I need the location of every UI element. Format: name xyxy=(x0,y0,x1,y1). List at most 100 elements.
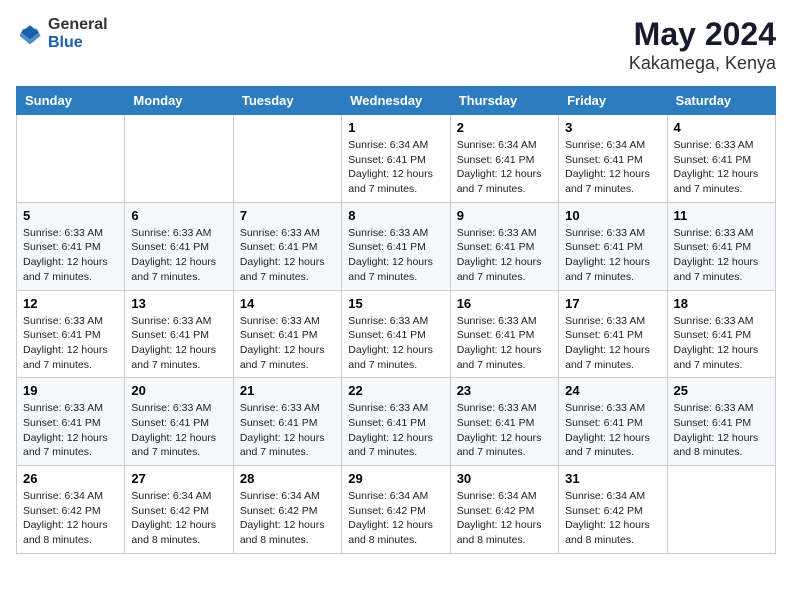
day-number: 18 xyxy=(674,296,769,311)
day-info: Sunrise: 6:34 AM Sunset: 6:42 PM Dayligh… xyxy=(457,489,552,548)
calendar-cell: 29 Sunrise: 6:34 AM Sunset: 6:42 PM Dayli… xyxy=(342,466,450,554)
day-info: Sunrise: 6:33 AM Sunset: 6:41 PM Dayligh… xyxy=(674,138,769,197)
calendar-cell: 12 Sunrise: 6:33 AM Sunset: 6:41 PM Dayli… xyxy=(17,290,125,378)
page-header: General Blue May 2024 Kakamega, Kenya xyxy=(16,16,776,74)
logo: General Blue xyxy=(16,16,108,51)
day-number: 20 xyxy=(131,383,226,398)
day-info: Sunrise: 6:33 AM Sunset: 6:41 PM Dayligh… xyxy=(348,401,443,460)
day-info: Sunrise: 6:33 AM Sunset: 6:41 PM Dayligh… xyxy=(348,314,443,373)
calendar-header-row: SundayMondayTuesdayWednesdayThursdayFrid… xyxy=(17,87,776,115)
calendar-cell: 21 Sunrise: 6:33 AM Sunset: 6:41 PM Dayli… xyxy=(233,378,341,466)
calendar-cell: 18 Sunrise: 6:33 AM Sunset: 6:41 PM Dayli… xyxy=(667,290,775,378)
day-number: 15 xyxy=(348,296,443,311)
day-number: 1 xyxy=(348,120,443,135)
day-info: Sunrise: 6:34 AM Sunset: 6:41 PM Dayligh… xyxy=(565,138,660,197)
calendar-cell: 11Sunrise: 6:33 AM Sunset: 6:41 PM Dayli… xyxy=(667,202,775,290)
day-number: 10 xyxy=(565,208,660,223)
calendar-table: SundayMondayTuesdayWednesdayThursdayFrid… xyxy=(16,86,776,554)
day-info: Sunrise: 6:34 AM Sunset: 6:42 PM Dayligh… xyxy=(240,489,335,548)
day-number: 27 xyxy=(131,471,226,486)
day-number: 12 xyxy=(23,296,118,311)
calendar-cell: 4 Sunrise: 6:33 AM Sunset: 6:41 PM Daylig… xyxy=(667,115,775,203)
calendar-cell: 9 Sunrise: 6:33 AM Sunset: 6:41 PM Daylig… xyxy=(450,202,558,290)
calendar-cell: 7Sunrise: 6:33 AM Sunset: 6:41 PM Daylig… xyxy=(233,202,341,290)
day-number: 25 xyxy=(674,383,769,398)
calendar-cell: 13 Sunrise: 6:33 AM Sunset: 6:41 PM Dayli… xyxy=(125,290,233,378)
day-number: 29 xyxy=(348,471,443,486)
weekday-header: Monday xyxy=(125,87,233,115)
day-number: 6 xyxy=(131,208,226,223)
calendar-cell: 2Sunrise: 6:34 AM Sunset: 6:41 PM Daylig… xyxy=(450,115,558,203)
calendar-week-row: 5 Sunrise: 6:33 AM Sunset: 6:41 PM Daylig… xyxy=(17,202,776,290)
calendar-cell: 25 Sunrise: 6:33 AM Sunset: 6:41 PM Dayli… xyxy=(667,378,775,466)
day-number: 2 xyxy=(457,120,552,135)
day-number: 19 xyxy=(23,383,118,398)
month-title: May 2024 xyxy=(629,16,776,53)
day-info: Sunrise: 6:33 AM Sunset: 6:41 PM Dayligh… xyxy=(457,314,552,373)
day-number: 22 xyxy=(348,383,443,398)
day-number: 13 xyxy=(131,296,226,311)
day-info: Sunrise: 6:33 AM Sunset: 6:41 PM Dayligh… xyxy=(131,226,226,285)
calendar-cell: 8Sunrise: 6:33 AM Sunset: 6:41 PM Daylig… xyxy=(342,202,450,290)
day-info: Sunrise: 6:34 AM Sunset: 6:42 PM Dayligh… xyxy=(131,489,226,548)
day-info: Sunrise: 6:34 AM Sunset: 6:41 PM Dayligh… xyxy=(348,138,443,197)
day-info: Sunrise: 6:34 AM Sunset: 6:42 PM Dayligh… xyxy=(23,489,118,548)
calendar-cell: 19 Sunrise: 6:33 AM Sunset: 6:41 PM Dayli… xyxy=(17,378,125,466)
day-info: Sunrise: 6:33 AM Sunset: 6:41 PM Dayligh… xyxy=(674,314,769,373)
calendar-cell: 5 Sunrise: 6:33 AM Sunset: 6:41 PM Daylig… xyxy=(17,202,125,290)
day-info: Sunrise: 6:34 AM Sunset: 6:42 PM Dayligh… xyxy=(348,489,443,548)
day-info: Sunrise: 6:33 AM Sunset: 6:41 PM Dayligh… xyxy=(131,314,226,373)
day-info: Sunrise: 6:33 AM Sunset: 6:41 PM Dayligh… xyxy=(565,226,660,285)
day-number: 24 xyxy=(565,383,660,398)
calendar-cell: 27 Sunrise: 6:34 AM Sunset: 6:42 PM Dayli… xyxy=(125,466,233,554)
calendar-cell: 23Sunrise: 6:33 AM Sunset: 6:41 PM Dayli… xyxy=(450,378,558,466)
day-number: 26 xyxy=(23,471,118,486)
day-number: 16 xyxy=(457,296,552,311)
calendar-cell: 24 Sunrise: 6:33 AM Sunset: 6:41 PM Dayli… xyxy=(559,378,667,466)
calendar-cell xyxy=(233,115,341,203)
day-info: Sunrise: 6:33 AM Sunset: 6:41 PM Dayligh… xyxy=(674,401,769,460)
day-info: Sunrise: 6:33 AM Sunset: 6:41 PM Dayligh… xyxy=(23,401,118,460)
calendar-cell: 20Sunrise: 6:33 AM Sunset: 6:41 PM Dayli… xyxy=(125,378,233,466)
calendar-cell: 16 Sunrise: 6:33 AM Sunset: 6:41 PM Dayli… xyxy=(450,290,558,378)
day-number: 5 xyxy=(23,208,118,223)
location-title: Kakamega, Kenya xyxy=(629,53,776,74)
calendar-cell: 14Sunrise: 6:33 AM Sunset: 6:41 PM Dayli… xyxy=(233,290,341,378)
day-number: 9 xyxy=(457,208,552,223)
calendar-cell: 17Sunrise: 6:33 AM Sunset: 6:41 PM Dayli… xyxy=(559,290,667,378)
calendar-week-row: 12 Sunrise: 6:33 AM Sunset: 6:41 PM Dayli… xyxy=(17,290,776,378)
calendar-cell: 30Sunrise: 6:34 AM Sunset: 6:42 PM Dayli… xyxy=(450,466,558,554)
day-info: Sunrise: 6:33 AM Sunset: 6:41 PM Dayligh… xyxy=(457,401,552,460)
day-info: Sunrise: 6:33 AM Sunset: 6:41 PM Dayligh… xyxy=(240,226,335,285)
calendar-cell: 1 Sunrise: 6:34 AM Sunset: 6:41 PM Daylig… xyxy=(342,115,450,203)
calendar-cell: 31 Sunrise: 6:34 AM Sunset: 6:42 PM Dayli… xyxy=(559,466,667,554)
calendar-week-row: 1 Sunrise: 6:34 AM Sunset: 6:41 PM Daylig… xyxy=(17,115,776,203)
calendar-cell: 28 Sunrise: 6:34 AM Sunset: 6:42 PM Dayli… xyxy=(233,466,341,554)
calendar-cell: 3 Sunrise: 6:34 AM Sunset: 6:41 PM Daylig… xyxy=(559,115,667,203)
title-block: May 2024 Kakamega, Kenya xyxy=(629,16,776,74)
day-info: Sunrise: 6:33 AM Sunset: 6:41 PM Dayligh… xyxy=(457,226,552,285)
day-info: Sunrise: 6:33 AM Sunset: 6:41 PM Dayligh… xyxy=(240,401,335,460)
day-number: 3 xyxy=(565,120,660,135)
calendar-cell xyxy=(17,115,125,203)
weekday-header: Saturday xyxy=(667,87,775,115)
day-number: 21 xyxy=(240,383,335,398)
weekday-header: Tuesday xyxy=(233,87,341,115)
day-number: 17 xyxy=(565,296,660,311)
day-number: 11 xyxy=(674,208,769,223)
calendar-cell: 6 Sunrise: 6:33 AM Sunset: 6:41 PM Daylig… xyxy=(125,202,233,290)
day-number: 28 xyxy=(240,471,335,486)
day-info: Sunrise: 6:33 AM Sunset: 6:41 PM Dayligh… xyxy=(23,314,118,373)
calendar-week-row: 26 Sunrise: 6:34 AM Sunset: 6:42 PM Dayli… xyxy=(17,466,776,554)
calendar-week-row: 19 Sunrise: 6:33 AM Sunset: 6:41 PM Dayli… xyxy=(17,378,776,466)
calendar-cell: 15 Sunrise: 6:33 AM Sunset: 6:41 PM Dayli… xyxy=(342,290,450,378)
weekday-header: Thursday xyxy=(450,87,558,115)
day-info: Sunrise: 6:33 AM Sunset: 6:41 PM Dayligh… xyxy=(565,401,660,460)
day-info: Sunrise: 6:34 AM Sunset: 6:42 PM Dayligh… xyxy=(565,489,660,548)
weekday-header: Wednesday xyxy=(342,87,450,115)
day-info: Sunrise: 6:33 AM Sunset: 6:41 PM Dayligh… xyxy=(23,226,118,285)
weekday-header: Sunday xyxy=(17,87,125,115)
day-number: 4 xyxy=(674,120,769,135)
day-number: 14 xyxy=(240,296,335,311)
day-number: 31 xyxy=(565,471,660,486)
